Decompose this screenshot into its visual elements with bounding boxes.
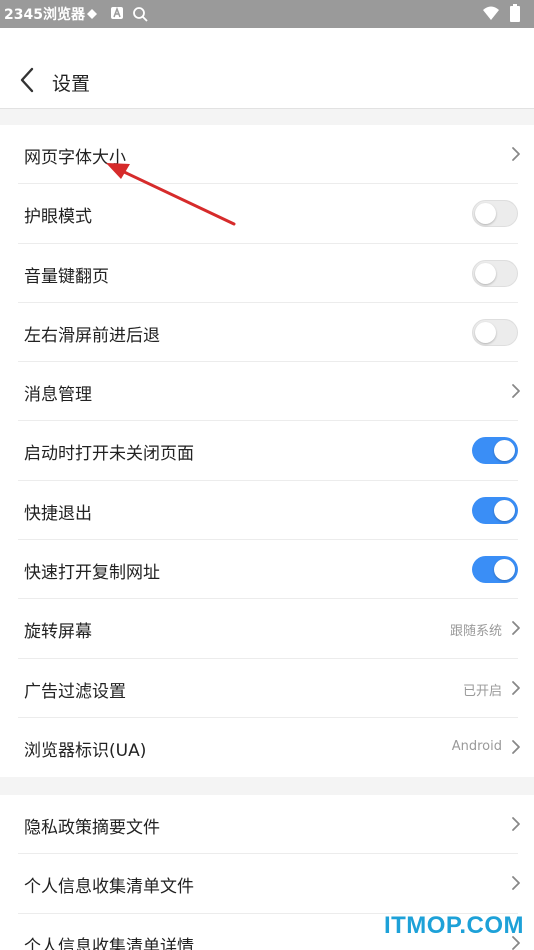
toggle-switch[interactable]: [472, 318, 518, 346]
settings-group-general: 网页字体大小 护眼模式音量键翻页左右滑屏前进后退 消息管理启动时打开未关闭页面 快捷退…: [0, 125, 534, 778]
settings-row-label: 隐私政策摘要文件: [24, 818, 160, 838]
settings-row-label: 个人信息收集清单详情: [24, 936, 194, 950]
settings-row-label: 启动时打开未关闭页面: [24, 444, 194, 465]
settings-row-label: 旋转屏幕: [24, 622, 92, 643]
settings-row-value: Android: [451, 738, 502, 754]
settings-row-label: 网页字体大小: [24, 148, 126, 168]
toggle-switch[interactable]: [472, 259, 518, 287]
settings-row[interactable]: 快捷退出: [18, 481, 518, 541]
toggle-knob: [494, 559, 515, 581]
settings-row[interactable]: 护眼模式: [18, 184, 518, 244]
battery-icon: [510, 4, 520, 22]
settings-row[interactable]: 音量键翻页: [18, 244, 518, 303]
settings-row-label: 广告过滤设置: [24, 681, 126, 702]
chevron-right-icon: [512, 680, 520, 695]
settings-row[interactable]: 快速打开复制网址: [18, 540, 518, 600]
wifi-icon: [483, 6, 499, 20]
status-bar: 2345浏览器: [0, 0, 534, 28]
settings-row[interactable]: 启动时打开未关闭页面: [18, 421, 518, 481]
notification-icon: [87, 9, 97, 19]
settings-row-label: 浏览器标识(UA): [24, 740, 147, 761]
chevron-right-icon: [512, 147, 520, 161]
toggle-knob: [475, 321, 496, 343]
settings-row[interactable]: 广告过滤设置 已开启: [18, 659, 520, 718]
settings-row-value: 跟随系统: [449, 624, 502, 640]
toggle-switch[interactable]: [472, 496, 518, 524]
toggle-knob: [494, 440, 515, 462]
toggle-switch[interactable]: [472, 437, 518, 465]
header-bar: 设置: [0, 28, 534, 109]
chevron-right-icon: [512, 621, 520, 636]
settings-row[interactable]: 旋转屏幕 跟随系统: [18, 599, 520, 659]
settings-row[interactable]: 左右滑屏前进后退: [18, 303, 518, 363]
watermark-logo: ITMOP.COM: [383, 912, 524, 939]
settings-row[interactable]: 网页字体大小: [18, 125, 520, 185]
toggle-knob: [494, 499, 515, 521]
chevron-right-icon: [512, 817, 520, 831]
settings-row[interactable]: 消息管理: [18, 362, 520, 422]
settings-row[interactable]: 浏览器标识(UA) Android: [18, 718, 520, 777]
settings-row-label: 消息管理: [24, 385, 92, 406]
settings-row-label: 音量键翻页: [24, 266, 109, 287]
toggle-knob: [475, 262, 496, 284]
chevron-right-icon: [512, 384, 520, 399]
settings-row-label: 个人信息收集清单文件: [24, 877, 194, 898]
settings-row-label: 左右滑屏前进后退: [24, 325, 160, 346]
back-arrow-icon[interactable]: [16, 66, 40, 94]
settings-row-value: 已开启: [462, 683, 502, 699]
search-icon: [133, 7, 148, 22]
a-icon: [111, 6, 123, 19]
chevron-right-icon: [512, 740, 520, 754]
status-app-name: 2345浏览器: [4, 7, 85, 23]
page-title: 设置: [52, 73, 91, 95]
chevron-right-icon: [512, 876, 520, 891]
settings-row[interactable]: 隐私政策摘要文件: [18, 795, 520, 855]
toggle-knob: [475, 203, 496, 225]
settings-row-label: 快速打开复制网址: [24, 563, 160, 584]
settings-row-label: 快捷退出: [24, 503, 92, 524]
toggle-switch[interactable]: [472, 556, 518, 584]
settings-row[interactable]: 个人信息收集清单文件: [18, 854, 520, 914]
toggle-switch[interactable]: [472, 200, 518, 228]
settings-row-label: 护眼模式: [24, 207, 92, 228]
